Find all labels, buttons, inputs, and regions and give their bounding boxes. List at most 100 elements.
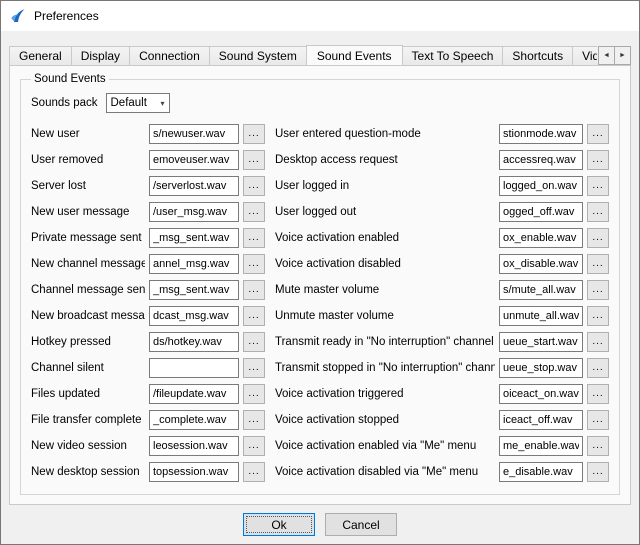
tab-general[interactable]: General: [9, 46, 72, 65]
sound-file-input[interactable]: [499, 332, 583, 352]
browse-button[interactable]: ...: [243, 176, 265, 196]
sound-file-input[interactable]: [499, 358, 583, 378]
browse-button[interactable]: ...: [243, 410, 265, 430]
sound-event-label: User removed: [31, 154, 145, 166]
sound-file-input[interactable]: [499, 436, 583, 456]
sound-event-label: New user message: [31, 206, 145, 218]
sound-event-label: Channel message sent: [31, 284, 145, 296]
tab-strip: General Display Connection Sound System …: [9, 44, 631, 65]
sound-file-input[interactable]: [149, 254, 239, 274]
sound-event-label: User entered question-mode: [275, 128, 495, 140]
browse-button[interactable]: ...: [587, 332, 609, 352]
sound-event-label: Channel silent: [31, 362, 145, 374]
app-icon: [10, 8, 26, 24]
tab-connection[interactable]: Connection: [129, 46, 210, 65]
sound-file-input[interactable]: [499, 202, 583, 222]
sound-event-columns: New user ... User removed ... Server los…: [31, 124, 611, 482]
sound-event-label: Voice activation stopped: [275, 414, 495, 426]
sound-event-label: Desktop access request: [275, 154, 495, 166]
browse-button[interactable]: ...: [243, 254, 265, 274]
sound-event-label: New broadcast message: [31, 310, 145, 322]
browse-button[interactable]: ...: [243, 358, 265, 378]
browse-button[interactable]: ...: [243, 150, 265, 170]
sound-event-label: Transmit stopped in "No interruption" ch…: [275, 362, 495, 374]
sound-event-label: User logged in: [275, 180, 495, 192]
sound-file-input[interactable]: [499, 150, 583, 170]
tab-video[interactable]: Video: [572, 46, 597, 65]
sound-file-input[interactable]: [149, 410, 239, 430]
sound-file-input[interactable]: [149, 462, 239, 482]
sound-file-input[interactable]: [149, 124, 239, 144]
tab-sound-events[interactable]: Sound Events: [306, 45, 403, 65]
browse-button[interactable]: ...: [587, 462, 609, 482]
sound-file-input[interactable]: [149, 150, 239, 170]
sound-event-label: New video session: [31, 440, 145, 452]
sound-file-input[interactable]: [499, 176, 583, 196]
ok-button[interactable]: Ok: [243, 513, 315, 536]
sound-file-input[interactable]: [499, 306, 583, 326]
sound-file-input[interactable]: [149, 358, 239, 378]
browse-button[interactable]: ...: [587, 202, 609, 222]
browse-button[interactable]: ...: [243, 436, 265, 456]
tab-display[interactable]: Display: [71, 46, 130, 65]
browse-button[interactable]: ...: [587, 436, 609, 456]
sound-event-label: Files updated: [31, 388, 145, 400]
sound-file-input[interactable]: [149, 436, 239, 456]
browse-button[interactable]: ...: [587, 306, 609, 326]
browse-button[interactable]: ...: [587, 150, 609, 170]
sound-file-input[interactable]: [499, 280, 583, 300]
tab-shortcuts[interactable]: Shortcuts: [502, 46, 573, 65]
sound-event-label: New desktop session: [31, 466, 145, 478]
sounds-pack-row: Sounds pack Default ▾: [31, 93, 611, 113]
sound-file-input[interactable]: [499, 384, 583, 404]
sound-file-input[interactable]: [149, 202, 239, 222]
browse-button[interactable]: ...: [587, 384, 609, 404]
dialog-body: General Display Connection Sound System …: [1, 31, 639, 544]
browse-button[interactable]: ...: [243, 384, 265, 404]
sound-file-input[interactable]: [149, 306, 239, 326]
browse-button[interactable]: ...: [587, 124, 609, 144]
tab-sound-system[interactable]: Sound System: [209, 46, 307, 65]
sound-file-input[interactable]: [499, 254, 583, 274]
sound-file-input[interactable]: [499, 228, 583, 248]
sound-file-input[interactable]: [149, 280, 239, 300]
sound-event-label: Mute master volume: [275, 284, 495, 296]
sounds-pack-value: Default: [111, 97, 147, 109]
browse-button[interactable]: ...: [587, 176, 609, 196]
sound-file-input[interactable]: [499, 462, 583, 482]
browse-button[interactable]: ...: [587, 228, 609, 248]
browse-button[interactable]: ...: [587, 254, 609, 274]
browse-button[interactable]: ...: [243, 332, 265, 352]
group-title: Sound Events: [31, 73, 109, 85]
browse-button[interactable]: ...: [243, 280, 265, 300]
browse-button[interactable]: ...: [243, 306, 265, 326]
tab-scroll-left-button[interactable]: ◄: [598, 46, 615, 65]
sound-event-label: Unmute master volume: [275, 310, 495, 322]
browse-button[interactable]: ...: [243, 124, 265, 144]
browse-button[interactable]: ...: [587, 280, 609, 300]
browse-button[interactable]: ...: [587, 358, 609, 378]
tab-text-to-speech[interactable]: Text To Speech: [402, 46, 504, 65]
sound-file-input[interactable]: [149, 228, 239, 248]
title-bar: Preferences: [1, 1, 639, 31]
sound-file-input[interactable]: [149, 332, 239, 352]
tab-page-sound-events: Sound Events Sounds pack Default ▾ New u…: [9, 65, 631, 505]
sound-events-right-column: User entered question-mode ... Desktop a…: [275, 124, 609, 482]
browse-button[interactable]: ...: [587, 410, 609, 430]
browse-button[interactable]: ...: [243, 228, 265, 248]
cancel-button[interactable]: Cancel: [325, 513, 397, 536]
sound-file-input[interactable]: [499, 410, 583, 430]
chevron-down-icon: ▾: [160, 99, 164, 108]
sounds-pack-select[interactable]: Default ▾: [106, 93, 170, 113]
sound-file-input[interactable]: [149, 384, 239, 404]
sound-file-input[interactable]: [499, 124, 583, 144]
sound-event-label: New channel message: [31, 258, 145, 270]
browse-button[interactable]: ...: [243, 462, 265, 482]
sound-event-label: Transmit ready in "No interruption" chan…: [275, 336, 495, 348]
tab-scroll-right-button[interactable]: ►: [614, 46, 631, 65]
window-title: Preferences: [34, 9, 99, 23]
tab-bar: General Display Connection Sound System …: [9, 44, 597, 65]
sound-file-input[interactable]: [149, 176, 239, 196]
sound-event-label: Voice activation disabled via "Me" menu: [275, 466, 495, 478]
browse-button[interactable]: ...: [243, 202, 265, 222]
